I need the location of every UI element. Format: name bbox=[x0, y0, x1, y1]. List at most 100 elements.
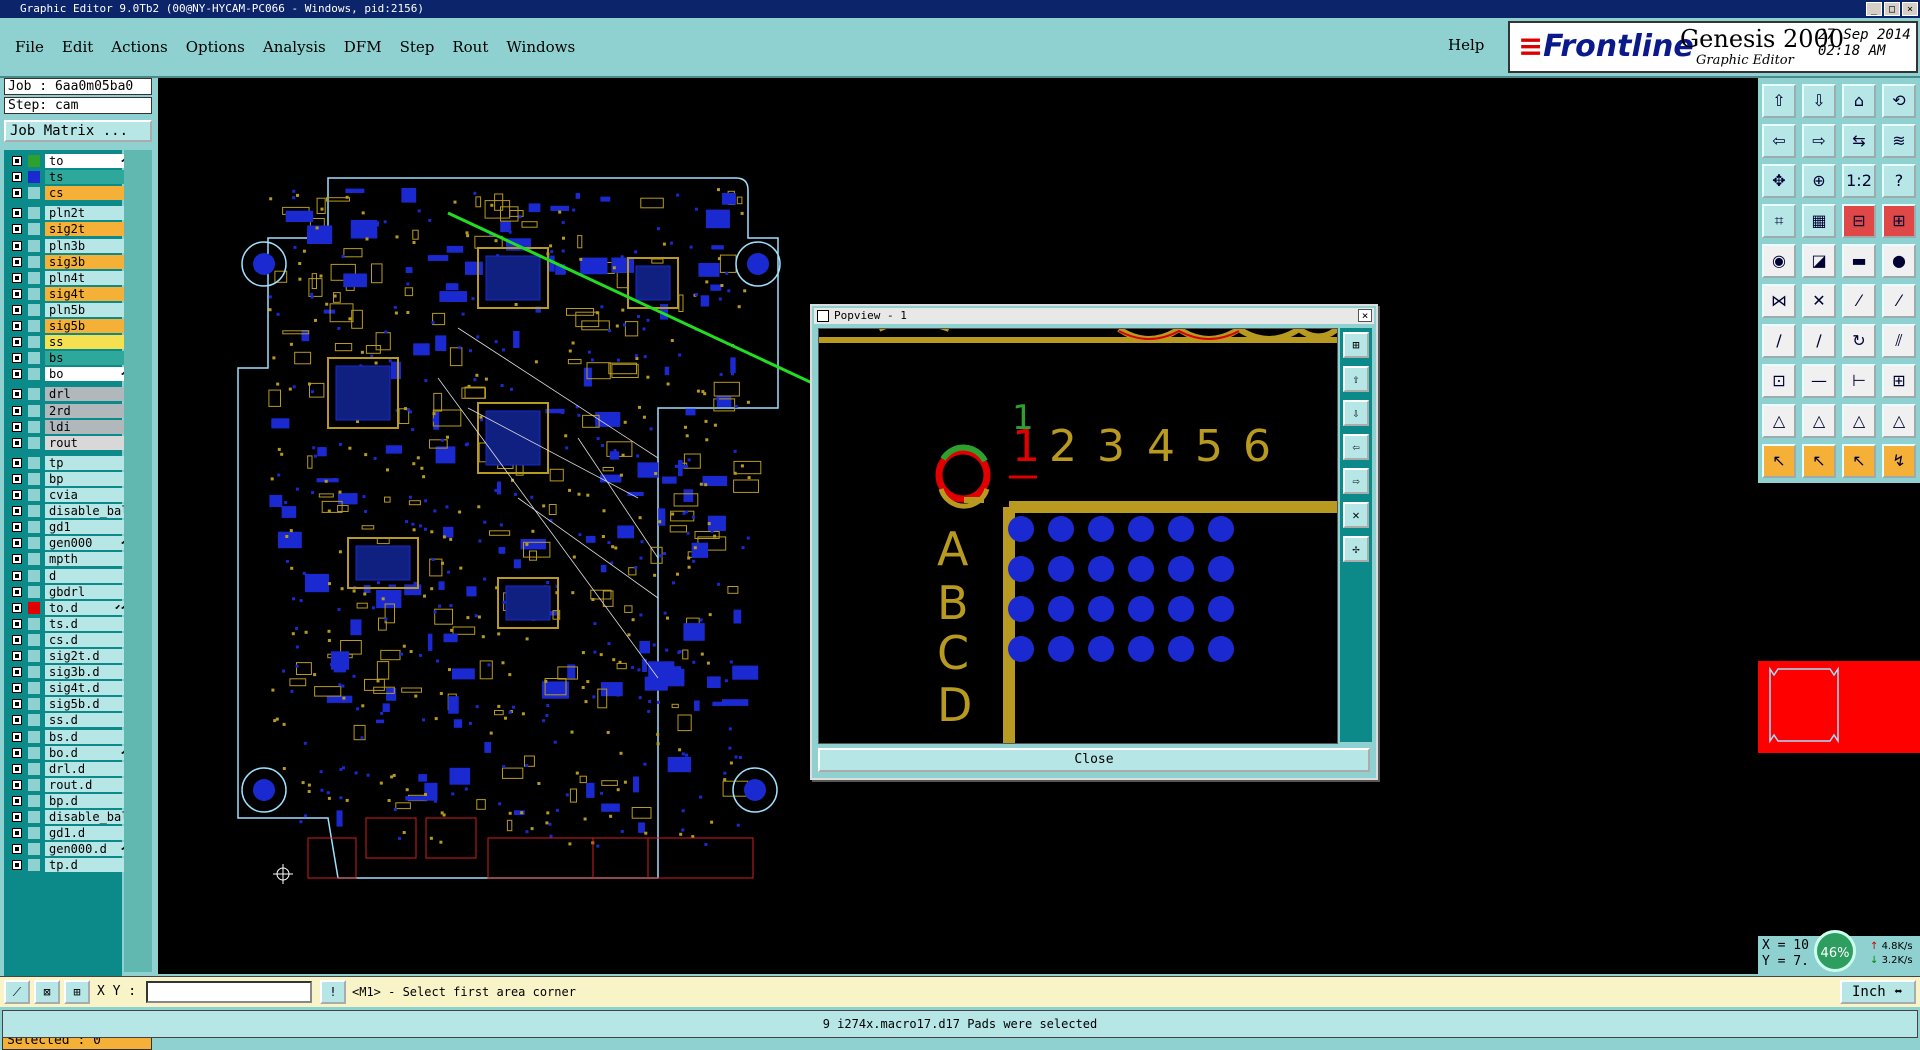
layer-row[interactable]: cs.d bbox=[8, 632, 130, 647]
layer-row[interactable]: pln2t bbox=[8, 206, 130, 221]
layer-color-swatch[interactable] bbox=[28, 255, 40, 268]
layer-name[interactable]: tp.d bbox=[45, 858, 130, 873]
shape-tool-icon[interactable]: ◉ bbox=[1762, 244, 1796, 278]
menu-dfm[interactable]: DFM bbox=[344, 38, 382, 56]
layer-color-swatch[interactable] bbox=[28, 778, 40, 791]
line-tool-icon[interactable]: ∕ bbox=[1762, 324, 1796, 358]
menu-windows[interactable]: Windows bbox=[506, 38, 575, 56]
layer-row[interactable]: bo⬋ bbox=[8, 367, 130, 382]
bga-pad[interactable] bbox=[1208, 516, 1234, 542]
edit-tool-icon[interactable]: — bbox=[1802, 364, 1836, 398]
line-tool-icon[interactable]: ⫽ bbox=[1882, 324, 1916, 358]
layer-name[interactable]: to⬋ bbox=[45, 154, 130, 168]
layer-color-swatch[interactable] bbox=[28, 239, 40, 252]
snap-tool-icon[interactable]: ✕ bbox=[1802, 284, 1836, 318]
layer-name[interactable]: cs.d bbox=[45, 632, 130, 647]
pointer-tool-icon[interactable]: ↖ bbox=[1842, 444, 1876, 478]
layer-checkbox[interactable] bbox=[12, 763, 22, 774]
layer-row[interactable]: bp bbox=[8, 471, 130, 486]
layer-row[interactable]: gd1.d bbox=[8, 826, 130, 841]
layer-checkbox[interactable] bbox=[12, 288, 22, 299]
line-tool-icon[interactable]: ∕ bbox=[1802, 324, 1836, 358]
pointer-tool-icon[interactable]: ↖ bbox=[1762, 444, 1796, 478]
menu-edit[interactable]: Edit bbox=[62, 38, 93, 56]
bga-pad[interactable] bbox=[1128, 556, 1154, 582]
layer-color-swatch[interactable] bbox=[28, 585, 40, 598]
layer-color-swatch[interactable] bbox=[28, 746, 40, 759]
layer-row[interactable]: ldi bbox=[8, 419, 130, 434]
layer-color-swatch[interactable] bbox=[28, 404, 40, 417]
layer-color-swatch[interactable] bbox=[28, 762, 40, 775]
layer-checkbox[interactable] bbox=[12, 457, 22, 468]
layer-checkbox[interactable] bbox=[12, 634, 22, 645]
area-tool-icon[interactable]: △ bbox=[1842, 404, 1876, 438]
layer-name[interactable]: sig4t.d bbox=[45, 681, 130, 696]
grid-tool-icon[interactable]: ⌗ bbox=[1762, 204, 1796, 238]
line-tool-icon[interactable]: ↻ bbox=[1842, 324, 1876, 358]
snap-tool-icon[interactable]: ⁄ bbox=[1882, 284, 1916, 318]
layer-color-swatch[interactable] bbox=[28, 859, 40, 872]
layer-row[interactable]: bo.d⬋ bbox=[8, 745, 130, 760]
bga-pad[interactable] bbox=[1048, 556, 1074, 582]
grid-tool-icon[interactable]: ⊞ bbox=[1882, 204, 1916, 238]
bga-pad[interactable] bbox=[1128, 596, 1154, 622]
info-icon[interactable]: ! bbox=[320, 980, 346, 1004]
pv-zoom-in-button[interactable]: ⇧ bbox=[1343, 366, 1369, 392]
layer-color-swatch[interactable] bbox=[28, 827, 40, 840]
layer-checkbox[interactable] bbox=[12, 844, 22, 855]
layer-row[interactable]: cs bbox=[8, 186, 130, 201]
layer-row[interactable]: d bbox=[8, 568, 130, 583]
layer-color-swatch[interactable] bbox=[28, 436, 40, 449]
layer-checkbox[interactable] bbox=[12, 208, 22, 219]
menu-analysis[interactable]: Analysis bbox=[263, 38, 326, 56]
layer-color-swatch[interactable] bbox=[28, 650, 40, 662]
bga-pad[interactable] bbox=[1048, 636, 1074, 662]
layer-row[interactable]: sig2t.d bbox=[8, 649, 130, 663]
pan-tool-icon[interactable]: ⇆ bbox=[1842, 124, 1876, 158]
layer-color-swatch[interactable] bbox=[28, 287, 40, 300]
area-tool-icon[interactable]: △ bbox=[1762, 404, 1796, 438]
pointer-tool-icon[interactable]: ↖ bbox=[1802, 444, 1836, 478]
layer-checkbox[interactable] bbox=[12, 538, 22, 549]
layer-color-swatch[interactable] bbox=[28, 472, 40, 485]
layer-name[interactable]: ldi bbox=[45, 419, 130, 434]
layer-color-swatch[interactable] bbox=[28, 420, 40, 433]
layer-name[interactable]: ts bbox=[45, 170, 130, 185]
layer-name[interactable]: disable_bal bbox=[45, 504, 130, 519]
layer-row[interactable]: sig3b bbox=[8, 254, 130, 269]
layer-checkbox[interactable] bbox=[12, 731, 22, 742]
layer-checkbox[interactable] bbox=[12, 188, 22, 199]
layer-color-swatch[interactable] bbox=[28, 569, 40, 582]
layer-row[interactable]: sig5b.d bbox=[8, 697, 130, 712]
layer-row[interactable]: to.d ⬋⬋ bbox=[8, 600, 130, 615]
bga-pad[interactable] bbox=[1128, 516, 1154, 542]
layer-name[interactable]: bp.d bbox=[45, 793, 130, 808]
layer-color-swatch[interactable] bbox=[28, 617, 40, 630]
pan-tool-icon[interactable]: ≋ bbox=[1882, 124, 1916, 158]
layer-color-swatch[interactable] bbox=[28, 505, 40, 518]
pan-tool-icon[interactable]: ⇨ bbox=[1802, 124, 1836, 158]
layer-color-swatch[interactable] bbox=[28, 320, 40, 332]
zoom-tool-icon[interactable]: ? bbox=[1882, 164, 1916, 198]
layer-row[interactable]: rout.d bbox=[8, 777, 130, 792]
pv-pan-right-button[interactable]: ⇨ bbox=[1343, 468, 1369, 494]
layer-name[interactable]: drl bbox=[45, 387, 130, 402]
layer-nav-tool-icon[interactable]: ⌂ bbox=[1842, 84, 1876, 118]
bga-pad[interactable] bbox=[1208, 556, 1234, 582]
layer-checkbox[interactable] bbox=[12, 586, 22, 597]
pv-zoom-fit-button[interactable]: ⊞ bbox=[1343, 332, 1369, 358]
layer-name[interactable]: gen000.d⬋ bbox=[45, 842, 130, 857]
layer-checkbox[interactable] bbox=[12, 554, 22, 565]
layer-color-swatch[interactable] bbox=[28, 388, 40, 401]
snap-tool-icon[interactable]: ⁄ bbox=[1842, 284, 1876, 318]
bga-pad[interactable] bbox=[1168, 596, 1194, 622]
layer-checkbox[interactable] bbox=[12, 828, 22, 839]
layer-name[interactable]: bs bbox=[45, 351, 130, 366]
layer-color-swatch[interactable] bbox=[28, 682, 40, 695]
layer-name[interactable]: sig5b bbox=[45, 319, 130, 333]
layer-row[interactable]: disable_bal bbox=[8, 810, 130, 824]
layer-row[interactable]: gd1 bbox=[8, 520, 130, 535]
bga-pad[interactable] bbox=[1008, 596, 1034, 622]
popview-canvas[interactable]: 1 1 2 3 4 5 6 A B C D bbox=[819, 329, 1337, 743]
unit-selector[interactable]: Inch ⬌ bbox=[1840, 980, 1916, 1004]
